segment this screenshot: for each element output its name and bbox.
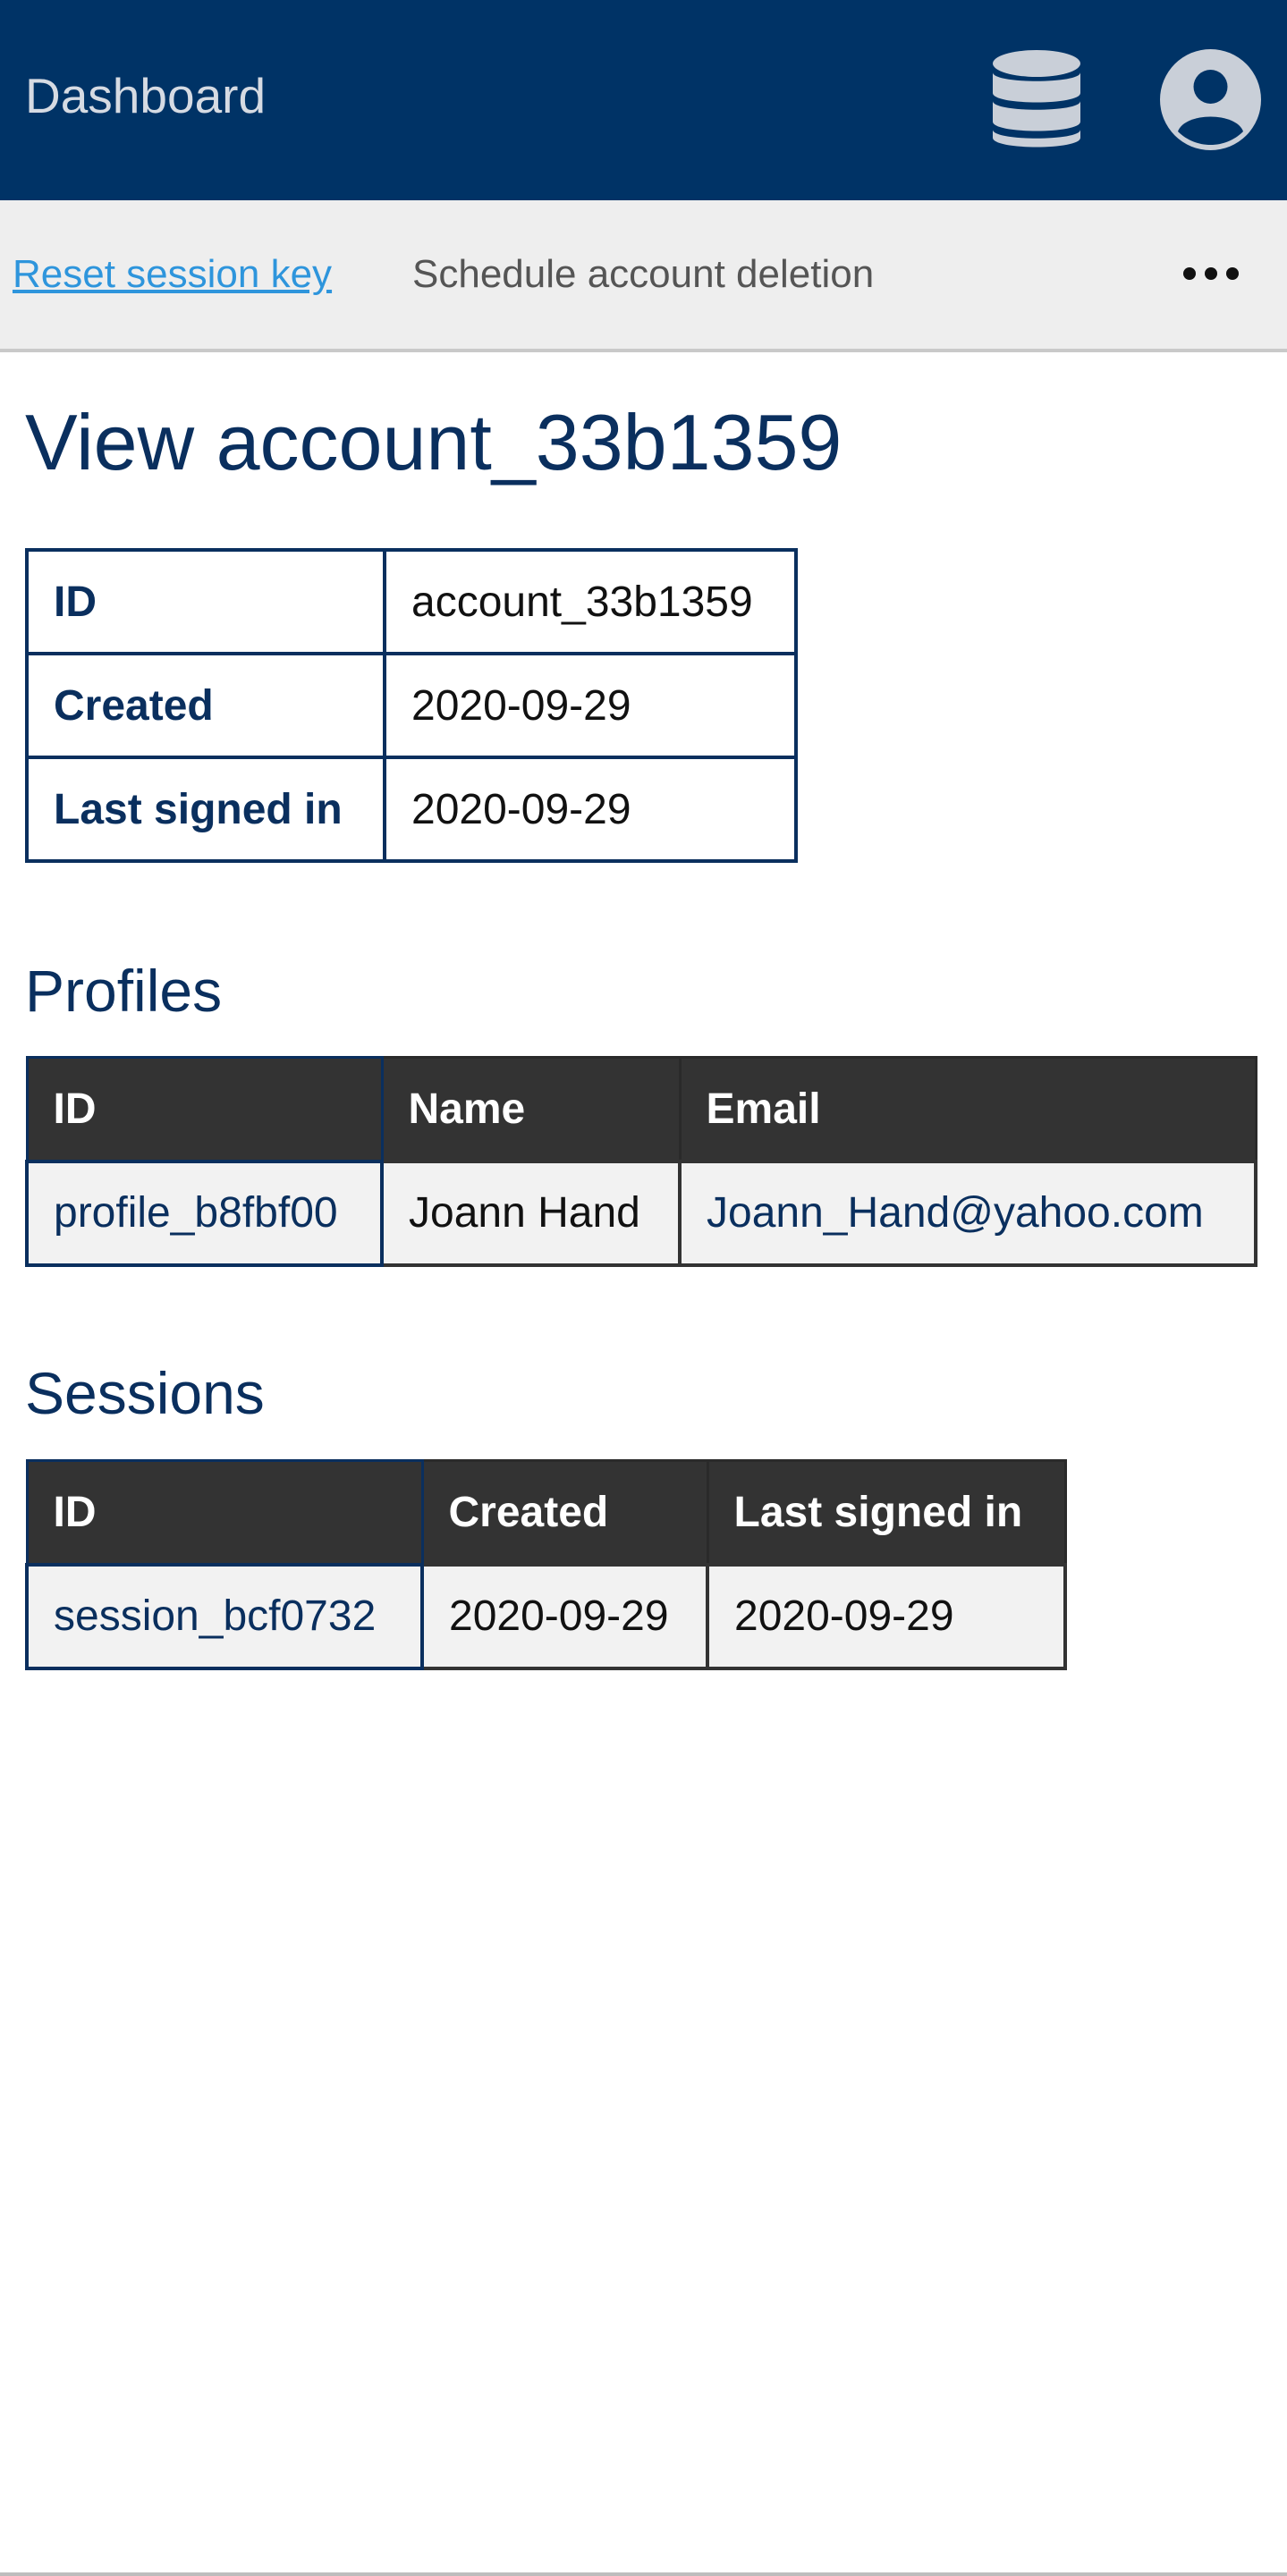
column-header-name[interactable]: Name	[380, 1056, 682, 1162]
column-header-last-signed-in[interactable]: Last signed in	[706, 1459, 1067, 1566]
brand-title[interactable]: Dashboard	[25, 0, 266, 191]
column-header-id[interactable]: ID	[25, 1459, 424, 1566]
detail-label: Created	[25, 652, 386, 759]
bottom-divider	[0, 2572, 1287, 2576]
column-header-created[interactable]: Created	[420, 1459, 709, 1566]
column-header-id[interactable]: ID	[25, 1056, 384, 1162]
detail-value: 2020-09-29	[383, 756, 798, 863]
session-id-link[interactable]: session_bcf0732	[54, 1592, 376, 1640]
sessions-heading: Sessions	[25, 1360, 265, 1426]
profile-name-cell: Joann Hand	[380, 1159, 682, 1267]
session-id-cell: session_bcf0732	[25, 1562, 424, 1670]
profile-email-link[interactable]: Joann_Hand@yahoo.com	[707, 1189, 1204, 1237]
ellipsis-icon[interactable]	[1181, 254, 1241, 293]
top-navbar: Dashboard	[0, 0, 1287, 200]
detail-value: account_33b1359	[383, 548, 798, 655]
page-title: View account_33b1359	[25, 398, 842, 486]
detail-label: ID	[25, 548, 386, 655]
profile-email-cell: Joann_Hand@yahoo.com	[678, 1159, 1257, 1267]
table-header-row: ID Name Email	[25, 1056, 1257, 1162]
detail-row-created: Created 2020-09-29	[25, 652, 798, 759]
sessions-table: ID Created Last signed in session_bcf073…	[25, 1459, 1067, 1670]
table-row: session_bcf0732 2020-09-29 2020-09-29	[25, 1562, 1067, 1670]
user-circle-icon[interactable]	[1160, 49, 1261, 150]
profile-id-link[interactable]: profile_b8fbf00	[54, 1189, 338, 1237]
profiles-table: ID Name Email profile_b8fbf00 Joann Hand…	[25, 1056, 1257, 1267]
session-last-signed-in-cell: 2020-09-29	[706, 1562, 1067, 1670]
account-details-table: ID account_33b1359 Created 2020-09-29 La…	[25, 548, 798, 863]
reset-session-key-link[interactable]: Reset session key	[13, 200, 332, 349]
profiles-heading: Profiles	[25, 958, 223, 1024]
column-header-email[interactable]: Email	[678, 1056, 1257, 1162]
detail-row-last-signed-in: Last signed in 2020-09-29	[25, 756, 798, 863]
database-icon[interactable]	[991, 48, 1082, 152]
table-row: profile_b8fbf00 Joann Hand Joann_Hand@ya…	[25, 1159, 1257, 1267]
action-bar: Reset session key Schedule account delet…	[0, 200, 1287, 352]
detail-row-id: ID account_33b1359	[25, 548, 798, 655]
detail-label: Last signed in	[25, 756, 386, 863]
schedule-account-deletion-button[interactable]: Schedule account deletion	[412, 200, 874, 349]
table-header-row: ID Created Last signed in	[25, 1459, 1067, 1566]
session-created-cell: 2020-09-29	[420, 1562, 709, 1670]
profile-id-cell: profile_b8fbf00	[25, 1159, 384, 1267]
detail-value: 2020-09-29	[383, 652, 798, 759]
